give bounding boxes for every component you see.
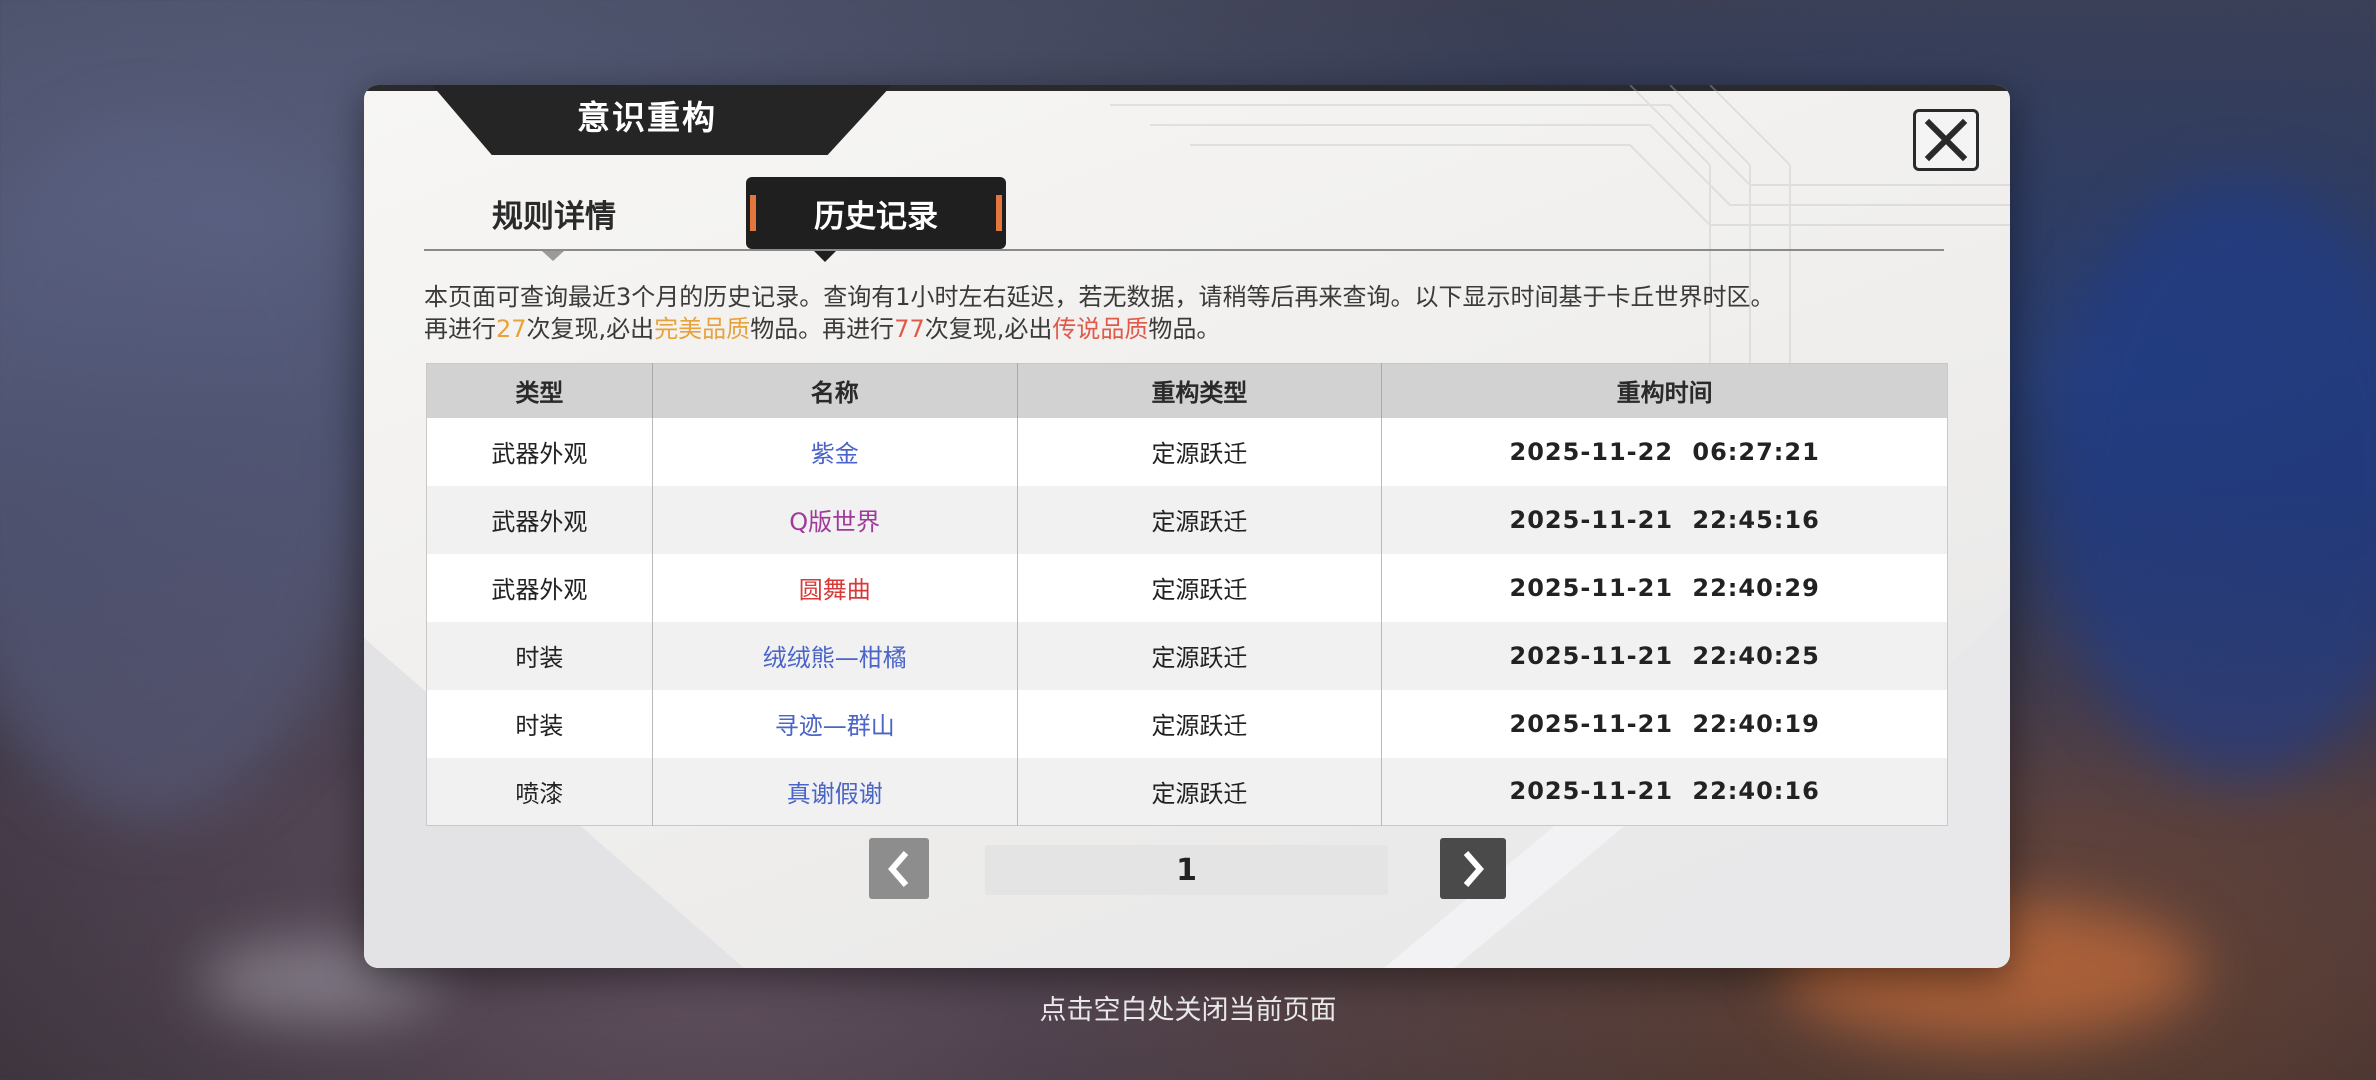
background-blur bbox=[2050, 180, 2376, 780]
tab-accent bbox=[996, 195, 1002, 231]
table-row: 时装 寻迹—群山 定源跃迁 2025-11-21 22:40:19 bbox=[426, 689, 1948, 758]
info-line-2: 再进行27次复现,必出完美品质物品。再进行77次复现,必出传说品质物品。 bbox=[424, 313, 1964, 345]
cell-rebuild-type: 定源跃迁 bbox=[1016, 485, 1382, 554]
cell-time: 2025-11-21 22:40:16 bbox=[1381, 757, 1948, 826]
table-header-row: 类型 名称 重构类型 重构时间 bbox=[426, 363, 1948, 418]
cell-time: 2025-11-21 22:40:19 bbox=[1381, 689, 1948, 758]
tab-rules-label: 规则详情 bbox=[492, 198, 616, 235]
chevron-right-icon bbox=[1463, 850, 1484, 887]
tab-accent bbox=[750, 195, 756, 231]
table-row: 时装 绒绒熊—柑橘 定源跃迁 2025-11-21 22:40:25 bbox=[426, 621, 1948, 690]
reconstruct-dialog: 意识重构 规则详情 历史记录 本页面可查询最近3个月的历史记录。查询有1小时左右… bbox=[364, 85, 2010, 968]
dialog-title: 意识重构 bbox=[577, 98, 717, 137]
chevron-left-icon bbox=[888, 850, 909, 887]
table-row: 喷漆 真谢假谢 定源跃迁 2025-11-21 22:40:16 bbox=[426, 757, 1948, 826]
info-line-1: 本页面可查询最近3个月的历史记录。查询有1小时左右延迟，若无数据，请稍等后再来查… bbox=[424, 283, 1775, 311]
cell-type: 喷漆 bbox=[426, 757, 653, 826]
cell-type: 时装 bbox=[426, 621, 653, 690]
info-text-part: 物品。再进行 bbox=[750, 315, 895, 343]
table-row: 武器外观 紫金 定源跃迁 2025-11-22 06:27:21 bbox=[426, 417, 1948, 486]
table-row: 武器外观 Q版世界 定源跃迁 2025-11-21 22:45:16 bbox=[426, 485, 1948, 554]
cell-rebuild-type: 定源跃迁 bbox=[1016, 621, 1382, 690]
cell-rebuild-type: 定源跃迁 bbox=[1016, 757, 1382, 826]
cell-type: 武器外观 bbox=[426, 485, 653, 554]
info-text-part: 次复现,必出 bbox=[526, 315, 655, 343]
info-text-part: 次复现,必出 bbox=[924, 315, 1053, 343]
cell-name: 圆舞曲 bbox=[651, 553, 1018, 622]
cell-type: 武器外观 bbox=[426, 417, 653, 486]
info-text-part: 物品。 bbox=[1148, 315, 1221, 343]
cell-rebuild-type: 定源跃迁 bbox=[1016, 553, 1382, 622]
prev-page-button[interactable] bbox=[869, 838, 929, 899]
cell-time: 2025-11-22 06:27:21 bbox=[1381, 417, 1948, 486]
header-rebuild-time: 重构时间 bbox=[1381, 363, 1948, 418]
table-row: 武器外观 圆舞曲 定源跃迁 2025-11-21 22:40:29 bbox=[426, 553, 1948, 622]
cell-type: 时装 bbox=[426, 689, 653, 758]
header-name: 名称 bbox=[651, 363, 1018, 418]
tab-rules-pointer bbox=[542, 251, 564, 261]
tab-history-pointer bbox=[814, 251, 836, 262]
quality-legend: 传说品质 bbox=[1052, 315, 1149, 343]
info-text: 本页面可查询最近3个月的历史记录。查询有1小时左右延迟，若无数据，请稍等后再来查… bbox=[424, 281, 1964, 345]
close-hint[interactable]: 点击空白处关闭当前页面 bbox=[0, 988, 2376, 1027]
dialog-title-tab: 意识重构 bbox=[432, 85, 892, 155]
header-type: 类型 bbox=[426, 363, 653, 418]
tab-history-label: 历史记录 bbox=[814, 198, 938, 235]
close-button[interactable] bbox=[1913, 109, 1979, 171]
cell-name: Q版世界 bbox=[651, 485, 1018, 554]
cell-type: 武器外观 bbox=[426, 553, 653, 622]
tab-rules[interactable]: 规则详情 bbox=[464, 177, 644, 249]
next-page-button[interactable] bbox=[1440, 838, 1506, 899]
tab-history[interactable]: 历史记录 bbox=[746, 177, 1006, 249]
cell-rebuild-type: 定源跃迁 bbox=[1016, 689, 1382, 758]
cell-name: 真谢假谢 bbox=[651, 757, 1018, 826]
cell-rebuild-type: 定源跃迁 bbox=[1016, 417, 1382, 486]
header-rebuild-type: 重构类型 bbox=[1016, 363, 1382, 418]
cell-time: 2025-11-21 22:40:29 bbox=[1381, 553, 1948, 622]
close-icon bbox=[1924, 118, 1968, 162]
pity-count-perfect: 27 bbox=[496, 315, 527, 343]
pity-count-legend: 77 bbox=[894, 315, 925, 343]
info-text-part: 再进行 bbox=[424, 315, 496, 343]
cell-name: 紫金 bbox=[651, 417, 1018, 486]
cell-time: 2025-11-21 22:45:16 bbox=[1381, 485, 1948, 554]
history-table: 类型 名称 重构类型 重构时间 武器外观 紫金 定源跃迁 2025-11-22 … bbox=[426, 363, 1948, 826]
quality-perfect: 完美品质 bbox=[654, 315, 751, 343]
cell-time: 2025-11-21 22:40:25 bbox=[1381, 621, 1948, 690]
background-blur bbox=[0, 120, 360, 820]
page-number[interactable]: 1 bbox=[985, 845, 1388, 895]
tab-bar: 规则详情 历史记录 bbox=[424, 177, 1944, 251]
cell-name: 寻迹—群山 bbox=[651, 689, 1018, 758]
cell-name: 绒绒熊—柑橘 bbox=[651, 621, 1018, 690]
